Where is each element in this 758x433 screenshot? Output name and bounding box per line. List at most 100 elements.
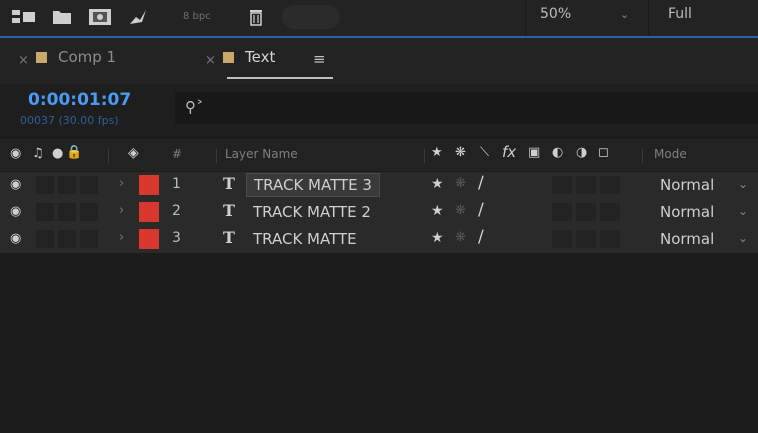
- text-layer-icon: T: [223, 201, 235, 220]
- switch-cell[interactable]: [600, 230, 620, 248]
- text-layer-icon: T: [223, 174, 235, 193]
- chevron-right-icon[interactable]: ›: [119, 230, 124, 245]
- eye-header-icon[interactable]: ◉: [10, 146, 21, 161]
- tab-label: Comp 1: [58, 48, 117, 66]
- layer-name[interactable]: TRACK MATTE 2: [253, 203, 371, 221]
- chevron-down-icon[interactable]: ⌄: [738, 204, 748, 218]
- panel-menu-icon[interactable]: ≡: [313, 50, 326, 68]
- switch-cell[interactable]: [576, 203, 596, 221]
- comp-color-swatch: [36, 52, 47, 63]
- divider: [108, 149, 109, 163]
- frame-blend-switch-icon[interactable]: ◐: [552, 145, 563, 160]
- lock-toggle[interactable]: [80, 230, 98, 248]
- layer-label-color[interactable]: [139, 229, 159, 249]
- switch-cell[interactable]: [552, 176, 572, 194]
- switch-cell[interactable]: [600, 176, 620, 194]
- index-header[interactable]: #: [172, 147, 182, 161]
- divider: [424, 149, 425, 163]
- comp-color-swatch: [223, 52, 234, 63]
- label-tag-icon[interactable]: ◈: [128, 145, 139, 161]
- fx-switch-icon[interactable]: fx: [502, 143, 516, 161]
- collapse-icon[interactable]: ❋: [455, 230, 466, 245]
- pen-icon[interactable]: [128, 8, 148, 26]
- top-toolbar: 8 bpc 50% ⌄ Full: [0, 0, 758, 38]
- close-icon[interactable]: ×: [205, 53, 216, 68]
- switch-cell[interactable]: [576, 176, 596, 194]
- eye-icon[interactable]: ◉: [10, 177, 21, 192]
- layer-index: 1: [172, 176, 181, 192]
- chevron-down-icon[interactable]: ⌄: [738, 231, 748, 245]
- collapse-icon[interactable]: ❋: [455, 203, 466, 218]
- shy-switch-icon[interactable]: ★: [431, 145, 443, 160]
- shy-icon[interactable]: ★: [431, 230, 444, 246]
- audio-header-icon[interactable]: ♫: [32, 146, 44, 161]
- layer-name-header[interactable]: Layer Name: [225, 147, 298, 161]
- quality-switch-icon[interactable]: ⟍: [480, 145, 489, 160]
- collapse-icon[interactable]: ❋: [455, 176, 466, 191]
- shy-icon[interactable]: ★: [431, 176, 444, 192]
- eye-icon[interactable]: ◉: [10, 231, 21, 246]
- switch-cell[interactable]: [576, 230, 596, 248]
- divider: [642, 149, 643, 163]
- switch-cell[interactable]: [552, 203, 572, 221]
- audio-toggle[interactable]: [36, 176, 54, 194]
- bit-depth-label[interactable]: 8 bpc: [183, 11, 211, 22]
- layer-column-header: ◉ ♫ ● 🔒 ◈ # Layer Name ★ ❋ ⟍ fx ▣ ◐ ◑ ◻ …: [0, 139, 758, 171]
- eye-icon[interactable]: ◉: [10, 204, 21, 219]
- mode-header[interactable]: Mode: [654, 147, 687, 161]
- lock-header-icon[interactable]: 🔒: [66, 145, 82, 160]
- folder-icon[interactable]: [52, 8, 72, 26]
- layer-row[interactable]: ◉ › 1 T TRACK MATTE 3 ★ ❋ ∕ Normal ⌄: [0, 172, 758, 199]
- toggle-pill[interactable]: [282, 5, 340, 29]
- chevron-down-icon[interactable]: ⌄: [738, 177, 748, 191]
- layer-name[interactable]: TRACK MATTE: [253, 230, 357, 248]
- text-layer-icon: T: [223, 228, 235, 247]
- solo-toggle[interactable]: [58, 203, 76, 221]
- switch-cell[interactable]: [600, 203, 620, 221]
- blend-mode-select[interactable]: Normal: [660, 176, 714, 194]
- audio-toggle[interactable]: [36, 230, 54, 248]
- solo-toggle[interactable]: [58, 176, 76, 194]
- flowchart-icon[interactable]: [12, 8, 36, 26]
- layer-name[interactable]: TRACK MATTE 3: [246, 173, 380, 197]
- zoom-level[interactable]: 50%: [540, 6, 571, 22]
- divider: [216, 149, 217, 163]
- 3d-layer-switch-icon[interactable]: ◻: [598, 145, 609, 160]
- comp-tab-bar: × Comp 1 × Text ≡: [0, 38, 758, 84]
- lock-toggle[interactable]: [80, 203, 98, 221]
- frame-count: 00037 (30.00 fps): [20, 114, 119, 127]
- chevron-right-icon[interactable]: ›: [119, 176, 124, 191]
- quality-slash-icon[interactable]: ∕: [478, 200, 484, 220]
- resolution-select[interactable]: Full: [668, 6, 692, 22]
- layer-label-color[interactable]: [139, 175, 159, 195]
- current-time-display[interactable]: 0:00:01:07: [28, 90, 131, 110]
- layer-search-input[interactable]: ⚲˃: [175, 92, 758, 124]
- quality-slash-icon[interactable]: ∕: [478, 173, 484, 193]
- quality-slash-icon[interactable]: ∕: [478, 227, 484, 247]
- active-tab-underline: [227, 77, 333, 79]
- layer-label-color[interactable]: [139, 202, 159, 222]
- chevron-down-icon[interactable]: ⌄: [620, 8, 629, 21]
- collapse-switch-icon[interactable]: ❋: [455, 145, 466, 160]
- audio-toggle[interactable]: [36, 203, 54, 221]
- lock-toggle[interactable]: [80, 176, 98, 194]
- search-icon: ⚲˃: [185, 98, 204, 116]
- empty-layer-area[interactable]: [0, 253, 758, 433]
- solo-header-icon[interactable]: ●: [52, 146, 63, 161]
- time-row: 0:00:01:07 00037 (30.00 fps) ⚲˃: [0, 84, 758, 136]
- chevron-right-icon[interactable]: ›: [119, 203, 124, 218]
- blend-mode-select[interactable]: Normal: [660, 230, 714, 248]
- trash-icon[interactable]: [249, 8, 263, 26]
- layer-index: 2: [172, 203, 181, 219]
- adjustment-switch-icon[interactable]: ◑: [576, 145, 587, 160]
- motion-blur-switch-icon[interactable]: ▣: [528, 145, 540, 160]
- switch-cell[interactable]: [552, 230, 572, 248]
- solo-toggle[interactable]: [58, 230, 76, 248]
- blend-mode-select[interactable]: Normal: [660, 203, 714, 221]
- layer-row[interactable]: ◉ › 2 T TRACK MATTE 2 ★ ❋ ∕ Normal ⌄: [0, 199, 758, 226]
- close-icon[interactable]: ×: [18, 53, 29, 68]
- layer-row[interactable]: ◉ › 3 T TRACK MATTE ★ ❋ ∕ Normal ⌄: [0, 226, 758, 253]
- render-icon[interactable]: [88, 8, 112, 26]
- divider: [648, 0, 649, 36]
- shy-icon[interactable]: ★: [431, 203, 444, 219]
